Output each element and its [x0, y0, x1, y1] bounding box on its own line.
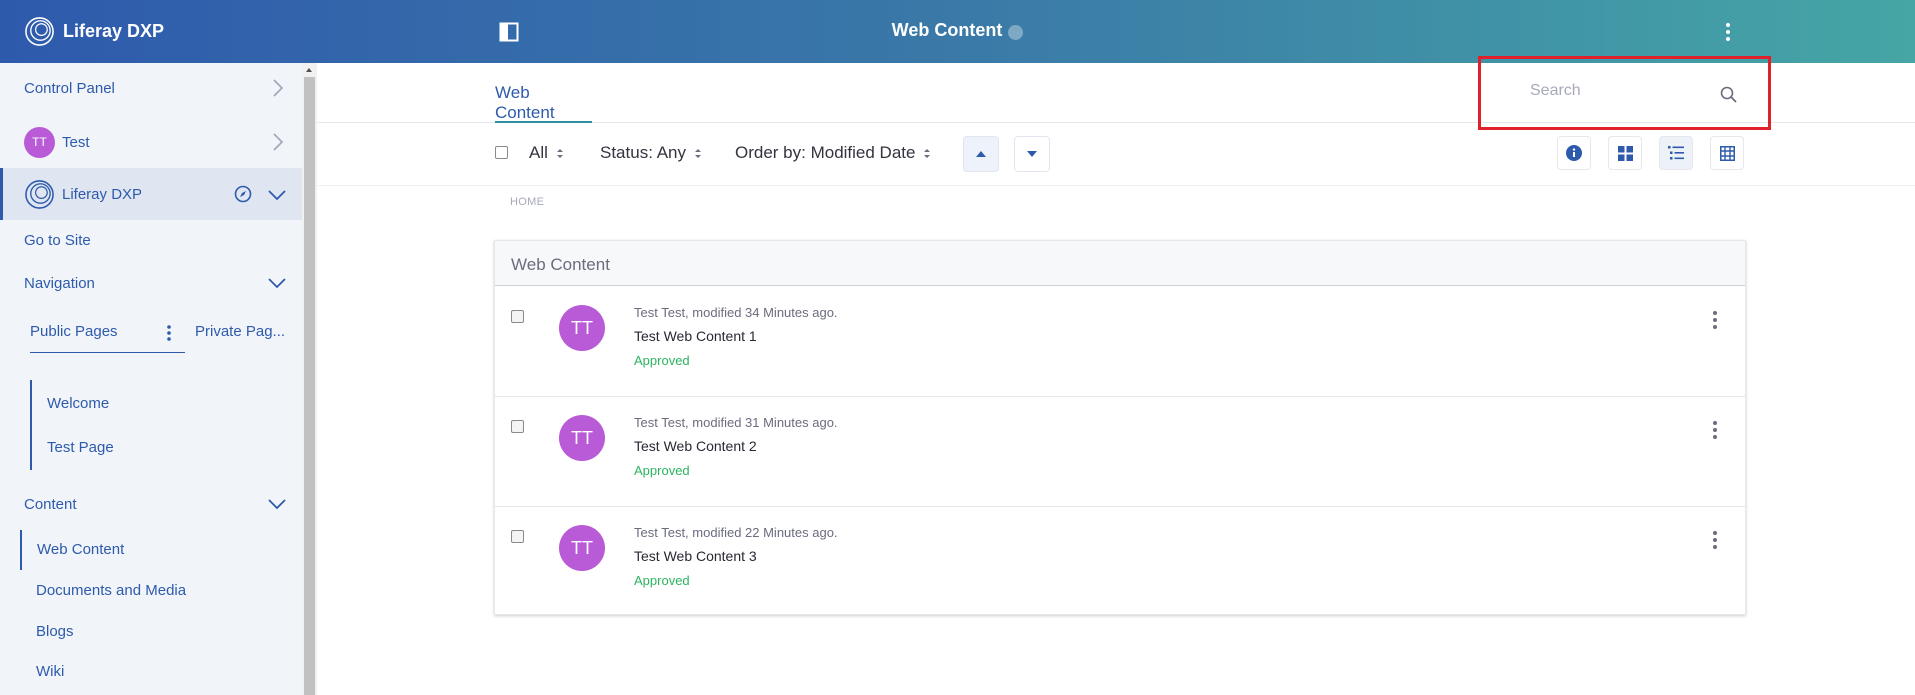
status-badge: Approved — [634, 353, 690, 368]
row-title[interactable]: Test Web Content 3 — [634, 548, 757, 564]
chevron-down-icon — [268, 499, 286, 510]
site-name: Liferay DXP — [62, 185, 143, 203]
row-checkbox[interactable] — [511, 420, 524, 433]
web-content-list: Web Content TT Test Test, modified 34 Mi… — [494, 240, 1746, 615]
caret-down-icon — [1027, 151, 1037, 157]
list-view-button[interactable] — [1659, 136, 1693, 170]
table-icon — [1719, 145, 1735, 161]
row-kebab-icon[interactable] — [1712, 420, 1718, 440]
row-meta: Test Test, modified 34 Minutes ago. — [634, 305, 838, 320]
user-item[interactable]: TT Test — [0, 124, 302, 160]
row-checkbox[interactable] — [511, 530, 524, 543]
search-icon[interactable] — [1720, 86, 1737, 103]
help-icon[interactable]: ? — [1008, 25, 1024, 40]
navigation-section[interactable]: Navigation — [0, 271, 302, 295]
row-avatar: TT — [559, 525, 605, 571]
list-item[interactable]: TT Test Test, modified 31 Minutes ago. T… — [495, 397, 1745, 507]
caret-up-icon — [976, 151, 986, 157]
info-icon — [1566, 145, 1582, 161]
list-icon — [1668, 146, 1684, 160]
row-avatar: TT — [559, 415, 605, 461]
scroll-up-arrow-icon[interactable] — [306, 68, 312, 72]
site-selector[interactable]: Liferay DXP — [0, 168, 302, 220]
row-kebab-icon[interactable] — [1712, 530, 1718, 550]
order-by-dropdown[interactable]: Order by: Modified Date — [735, 143, 931, 163]
control-panel-label: Control Panel — [24, 79, 115, 97]
cards-view-button[interactable] — [1608, 136, 1642, 170]
status-filter-label: Status: Any — [600, 143, 686, 162]
compass-icon[interactable] — [234, 185, 252, 203]
chevron-right-icon — [273, 133, 284, 151]
list-item[interactable]: TT Test Test, modified 22 Minutes ago. T… — [495, 507, 1745, 617]
page-tree-line — [30, 380, 32, 470]
row-checkbox[interactable] — [511, 310, 524, 323]
page-item-welcome[interactable]: Welcome — [47, 395, 109, 412]
caret-double-icon — [695, 148, 701, 158]
user-name: Test — [62, 133, 90, 151]
row-meta: Test Test, modified 22 Minutes ago. — [634, 525, 838, 540]
user-avatar: TT — [24, 126, 55, 158]
sidebar-scrollbar[interactable] — [302, 63, 317, 695]
info-button[interactable] — [1557, 136, 1591, 170]
product-menu: Control Panel TT Test Liferay DXP Go to … — [0, 63, 302, 695]
page-item-test-page[interactable]: Test Page — [47, 439, 114, 456]
content-item-documents-and-media[interactable]: Documents and Media — [36, 582, 186, 599]
tab-public-pages-label: Public Pages — [30, 323, 118, 340]
order-by-label: Order by: Modified Date — [735, 143, 916, 162]
chevron-down-icon — [268, 278, 286, 289]
scrollbar-thumb[interactable] — [304, 77, 315, 695]
sort-ascending-button[interactable] — [963, 136, 999, 172]
tab-web-content[interactable]: Web Content — [495, 83, 592, 123]
go-to-site-link[interactable]: Go to Site — [24, 232, 91, 249]
active-item-indicator — [20, 530, 22, 570]
status-filter-dropdown[interactable]: Status: Any — [600, 143, 701, 163]
row-meta: Test Test, modified 31 Minutes ago. — [634, 415, 838, 430]
navigation-label: Navigation — [24, 274, 95, 292]
filter-all-label: All — [529, 143, 548, 162]
kebab-menu-icon[interactable] — [1724, 21, 1732, 43]
sort-descending-button[interactable] — [1014, 136, 1050, 172]
list-item[interactable]: TT Test Test, modified 34 Minutes ago. T… — [495, 287, 1745, 397]
tab-public-pages[interactable]: Public Pages — [30, 323, 185, 353]
table-view-button[interactable] — [1710, 136, 1744, 170]
filter-all-dropdown[interactable]: All — [529, 143, 563, 163]
tab-private-pages[interactable]: Private Pag... — [195, 323, 285, 340]
page-title-text: Web Content — [891, 20, 1003, 40]
page-title: Web Content? — [0, 20, 1915, 41]
site-logo-icon — [25, 179, 54, 209]
chevron-down-icon[interactable] — [268, 189, 286, 201]
row-title[interactable]: Test Web Content 1 — [634, 328, 757, 344]
control-panel-item[interactable]: Control Panel — [0, 76, 302, 100]
pages-kebab-icon[interactable] — [166, 324, 172, 342]
row-avatar: TT — [559, 305, 605, 351]
breadcrumb[interactable]: HOME — [510, 196, 544, 208]
management-toolbar: All Status: Any Order by: Modified Date — [317, 124, 1915, 186]
content-item-wiki[interactable]: Wiki — [36, 663, 64, 680]
content-section[interactable]: Content — [0, 492, 302, 516]
status-badge: Approved — [634, 573, 690, 588]
caret-double-icon — [924, 148, 931, 158]
row-title[interactable]: Test Web Content 2 — [634, 438, 757, 454]
caret-double-icon — [556, 148, 563, 158]
list-header: Web Content — [495, 241, 1745, 286]
status-badge: Approved — [634, 463, 690, 478]
content-item-blogs[interactable]: Blogs — [36, 623, 74, 640]
chevron-right-icon — [273, 79, 284, 97]
content-item-web-content[interactable]: Web Content — [37, 541, 124, 558]
app-header: Liferay DXP Web Content? — [0, 0, 1915, 63]
select-all-checkbox[interactable] — [495, 146, 508, 159]
row-kebab-icon[interactable] — [1712, 310, 1718, 330]
search-input[interactable] — [1530, 82, 1730, 100]
cards-icon — [1617, 145, 1633, 161]
content-label: Content — [24, 495, 77, 513]
